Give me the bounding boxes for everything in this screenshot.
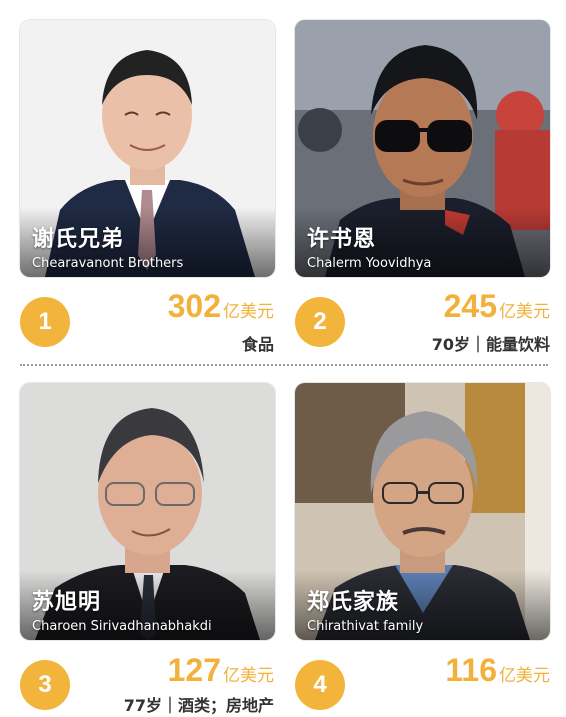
person-card-1: 谢氏兄弟 Chearavanont Brothers [20,20,275,277]
rank-badge-2: 2 [295,297,345,347]
detail-3: 77岁｜酒类；房地产 [123,696,274,715]
person-card-3: 苏旭明 Charoen Sirivadhanabhakdi [20,383,275,640]
net-worth-3: 127 亿美元 [168,652,274,689]
name-english: Chearavanont Brothers [32,256,184,271]
net-worth-1: 302 亿美元 [168,288,274,325]
net-worth-unit: 亿美元 [223,302,274,322]
detail-2: 70岁｜能量饮料 [431,335,550,354]
watermark-logo [498,685,558,709]
rank-badge-1: 1 [20,297,70,347]
net-worth-unit: 亿美元 [499,666,550,686]
rank-badge-3: 3 [20,660,70,710]
net-worth-value: 127 [167,652,221,688]
name-chinese: 郑氏家族 [307,590,400,615]
name-english: Chalerm Yoovidhya [307,256,432,271]
name-chinese: 苏旭明 [32,590,102,615]
name-english: Charoen Sirivadhanabhakdi [32,619,212,634]
net-worth-unit: 亿美元 [499,302,550,322]
detail-1: 食品 [241,335,274,354]
watermark-glyph [500,689,556,705]
name-chinese: 谢氏兄弟 [32,227,125,252]
person-card-4: 郑氏家族 Chirathivat family [295,383,550,640]
net-worth-unit: 亿美元 [223,666,274,686]
net-worth-2: 245 亿美元 [444,288,550,325]
name-english: Chirathivat family [307,619,424,634]
net-worth-value: 302 [167,288,221,324]
rank-badge-4: 4 [295,660,345,710]
net-worth-value: 116 [445,652,497,688]
section-divider [20,364,548,366]
net-worth-value: 245 [443,288,497,324]
net-worth-4: 116 亿美元 [445,652,550,689]
name-chinese: 许书恩 [307,227,377,252]
person-card-2: 许书恩 Chalerm Yoovidhya [295,20,550,277]
